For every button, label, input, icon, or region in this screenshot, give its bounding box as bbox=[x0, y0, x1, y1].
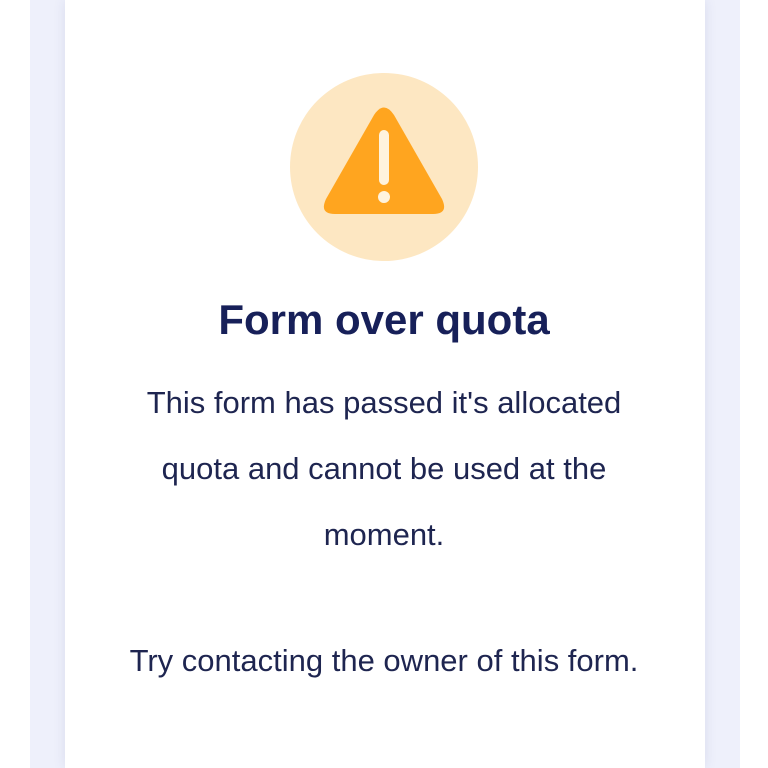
page-title: Form over quota bbox=[218, 296, 550, 343]
warning-icon-badge bbox=[290, 73, 478, 261]
quota-message: This form has passed it's allocated quot… bbox=[146, 385, 622, 552]
warning-icon bbox=[323, 107, 445, 214]
page: Form over quota This form has passed it'… bbox=[0, 0, 768, 768]
contact-owner-hint: Try contacting the owner of this form. bbox=[129, 643, 639, 678]
